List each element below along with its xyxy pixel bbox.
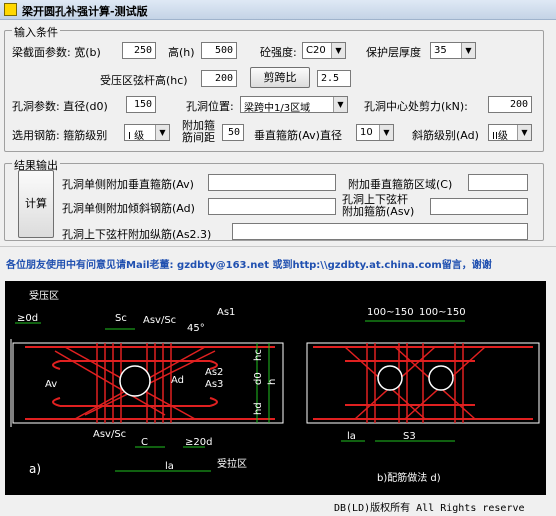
beam-width-input[interactable]: 250 [122,42,156,59]
chord-height-label: 受压区弦杆高(hc) [100,74,188,87]
rebar-label: 选用钢筋: 箍筋级别 [12,129,108,142]
diagram-svg: 受压区 ≥0d Sc Asv/Sc 45° As1 As2 As3 Av Ad … [10,290,540,484]
as23-output[interactable] [232,223,528,240]
title-bar: 梁开圆孔补强计算-测试版 [0,0,556,20]
cover-select[interactable]: 35 ▼ [430,42,476,59]
label-h: h [267,379,278,385]
label-as2: As2 [205,367,223,378]
label-sc: Sc [115,313,127,324]
region-label: 附加垂直箍筋区域(C) [348,178,453,191]
concrete-select[interactable]: C20 ▼ [302,42,346,59]
stirrup-grade-value: I 级 [128,131,145,141]
chevron-down-icon[interactable]: ▼ [155,125,169,140]
label-as1: As1 [217,307,235,318]
as23-label: 孔洞上下弦杆附加纵筋(As2.3) [62,228,212,241]
chevron-down-icon[interactable]: ▼ [379,125,393,140]
window-title: 梁开圆孔补强计算-测试版 [22,5,148,18]
ad-label: 孔洞单侧附加倾斜钢筋(Ad) [62,202,195,215]
hole-position-value: 梁跨中1/3区域 [244,103,311,113]
asv-label-line2: 附加箍筋(Asv) [342,205,415,218]
chevron-down-icon[interactable]: ▼ [333,97,347,112]
asv-output[interactable] [430,198,528,215]
av-output[interactable] [208,174,336,191]
label-zone2: 受拉区 [217,457,247,470]
label-av: Av [45,379,57,390]
vertical-stirrup-select[interactable]: 10 ▼ [356,124,394,141]
chevron-down-icon[interactable]: ▼ [331,43,345,58]
add-stirrup-label-line2: 筋间距 [182,131,215,144]
hole-right-2 [428,365,454,391]
shear-input[interactable]: 200 [488,96,532,113]
input-group-title: 输入条件 [12,24,60,40]
app-icon [4,3,17,16]
label-c: C [141,437,148,448]
label-zone: 受压区 [29,290,59,302]
label-la2: la [347,431,356,442]
hole-diameter-input[interactable]: 150 [126,96,156,113]
label-hc: hc [253,349,264,361]
asv-label-line1: 孔洞上下弦杆 [342,193,408,206]
label-s3: S3 [403,431,416,442]
hole-params-label: 孔洞参数: 直径(d0) [12,100,108,113]
beam-height-input[interactable]: 500 [201,42,237,59]
label-100-150-a: 100~150 [367,307,414,318]
hole-position-select[interactable]: 梁跨中1/3区域 ▼ [240,96,348,113]
label-d0: d0 [253,372,264,385]
label-as3: As3 [205,379,223,390]
cover-value: 35 [434,45,447,56]
label-hd: hd [253,402,264,415]
diagonal-grade-value: II级 [492,131,508,141]
label-b: b)配筋做法 d) [377,471,441,484]
cover-label: 保护层厚度 [366,46,421,59]
stirrups-right [344,343,486,423]
concrete-label: 砼强度: [260,46,297,59]
label-45: 45° [187,323,205,334]
chevron-down-icon[interactable]: ▼ [461,43,475,58]
vertical-stirrup-value: 10 [360,127,373,138]
divider [0,246,556,247]
hole-position-label: 孔洞位置: [186,100,234,113]
label-ad: Ad [171,375,184,386]
label-100-150-b: 100~150 [419,307,466,318]
contact-notice: 各位朋友使用中有问意见请Mail老董: gzdbty@163.net 或到htt… [6,260,492,271]
diagonal-grade-select[interactable]: II级 ▼ [488,124,532,141]
beam-section-label: 梁截面参数: 宽(b) [12,46,101,59]
beam-height-label: 高(h) [168,46,195,59]
copyright-footer: DB(LD)版权所有 All Rights reserve [334,503,525,514]
label-20d: ≥20d [185,437,212,448]
label-50d: ≥0d [17,313,38,324]
ad-output[interactable] [208,198,336,215]
shear-label: 孔洞中心处剪力(kN): [364,100,468,113]
chord-height-input[interactable]: 200 [201,70,237,87]
add-stirrup-label-line1: 附加箍 [182,119,215,132]
label-asv-sc: Asv/Sc [143,315,176,326]
hole-left [119,365,151,397]
vertical-stirrup-label: 垂直箍筋(Av)直径 [254,129,342,142]
calculate-button[interactable]: 计算 [18,170,54,238]
hole-right-1 [377,365,403,391]
stirrup-grade-select[interactable]: I 级 ▼ [124,124,170,141]
span-ratio-button[interactable]: 剪跨比 [250,67,310,88]
diagonal-grade-label: 斜筋级别(Ad) [412,129,479,142]
span-ratio-input[interactable]: 2.5 [317,70,351,87]
label-la: la [165,461,174,472]
label-a: a) [29,462,41,476]
label-asv-sc-bottom: Asv/Sc [93,429,126,440]
reinforcement-diagram: 受压区 ≥0d Sc Asv/Sc 45° As1 As2 As3 Av Ad … [5,281,546,495]
concrete-value: C20 [306,45,326,56]
add-stirrup-spacing-input[interactable]: 50 [222,124,244,141]
av-label: 孔洞单侧附加垂直箍筋(Av) [62,178,194,191]
chevron-down-icon[interactable]: ▼ [517,125,531,140]
region-output[interactable] [468,174,528,191]
